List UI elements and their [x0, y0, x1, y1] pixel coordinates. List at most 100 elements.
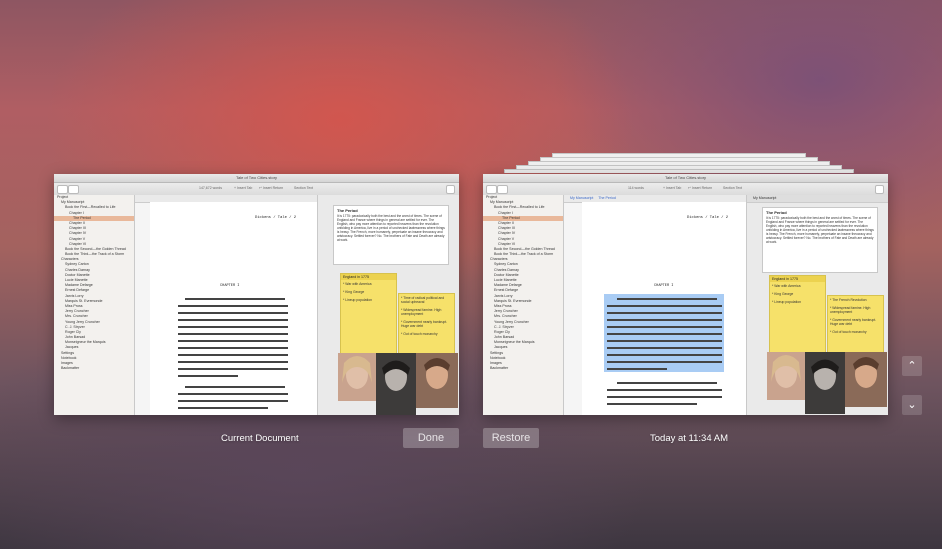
- character-photos: [338, 353, 458, 415]
- inspector-pane: My Manuscript The Period It is 1775: par…: [747, 195, 888, 415]
- text-line: [178, 368, 288, 370]
- binder-item: Backmatter: [490, 366, 509, 371]
- section-text-label: Section Text: [294, 186, 314, 190]
- text-line: [617, 298, 717, 300]
- version-stack-layer: [504, 169, 854, 173]
- binder-sidebar: Project My Manuscript Book the First—Recal…: [54, 195, 135, 415]
- note-item: * The French Revolution: [830, 298, 867, 302]
- word-count: 147,672 words: [199, 186, 222, 190]
- note-item: * Government nearly bankrupt. Huge war d…: [401, 320, 448, 328]
- text-line: [178, 361, 288, 363]
- text-line: [607, 361, 722, 363]
- synopsis-text: It is 1775: paradoxically both the best …: [766, 216, 874, 244]
- synopsis-card: The Period It is 1775: paradoxically bot…: [762, 207, 878, 273]
- editor-header-document: The Period: [598, 196, 616, 200]
- note-item: * Widespread famine. High unemployment: [401, 308, 442, 316]
- sidebar-toggle-button: [486, 185, 497, 194]
- sidebar-toggle-button: [57, 185, 68, 194]
- text-line: [178, 312, 288, 314]
- insert-tab-label: + Insert Tab: [234, 186, 253, 190]
- note-item: * Lineup population: [343, 298, 373, 302]
- insert-tab-label: + Insert Tab: [663, 186, 682, 190]
- note-item: * Out of touch monarchy: [830, 330, 867, 334]
- inspector-pane: The Period It is 1775: paradoxically bot…: [318, 195, 459, 415]
- text-line: [178, 340, 288, 342]
- insert-return-label: ↵ Insert Return: [259, 186, 284, 190]
- inspector-toggle-button: [446, 185, 455, 194]
- text-line: [178, 326, 288, 328]
- synopsis-text: It is 1775: paradoxically both the best …: [337, 214, 445, 242]
- title-bar: Tale of Two Cities.story: [483, 174, 888, 189]
- text-line: [178, 354, 288, 356]
- window-title: Tale of Two Cities.story: [235, 175, 278, 180]
- restore-button[interactable]: Restore: [483, 428, 539, 448]
- section-text-label: Section Text: [723, 186, 743, 190]
- text-line: [178, 333, 288, 335]
- window-title: Tale of Two Cities.story: [664, 175, 707, 180]
- title-bar: Tale of Two Cities.story: [54, 174, 459, 189]
- manuscript-page: Dickens / Tale / 2 CHAPTER I: [582, 202, 746, 415]
- chapter-title: CHAPTER I: [220, 284, 240, 288]
- binder-item: Backmatter: [61, 366, 80, 371]
- text-line: [607, 389, 722, 391]
- editor-pane: My Manuscript The Period Dickens / Tale …: [564, 195, 747, 415]
- text-line: [607, 312, 722, 314]
- text-line: [607, 340, 722, 342]
- note-item: * Time of radical political and social u…: [401, 296, 445, 304]
- sticky-note: England in 1775 * War with America * Kin…: [340, 273, 397, 355]
- synopsis-title: The Period: [766, 210, 787, 215]
- text-line: [185, 298, 285, 300]
- version-snapshot[interactable]: Tale of Two Cities.story 114 words + Ins…: [483, 174, 888, 415]
- note-item: * War with America: [343, 282, 372, 286]
- text-line: [178, 305, 288, 307]
- editor-header-manuscript: My Manuscript: [570, 196, 594, 200]
- word-count: 114 words: [628, 186, 644, 190]
- text-line: [178, 393, 288, 395]
- note-item: * Lineup population: [772, 300, 802, 304]
- synopsis-title: The Period: [337, 208, 358, 213]
- page-header-text: Dickens / Tale / 2: [255, 216, 297, 220]
- add-button: [68, 185, 79, 194]
- text-line: [617, 382, 717, 384]
- done-button[interactable]: Done: [403, 428, 459, 448]
- note-item: * Government nearly bankrupt. Huge war d…: [830, 318, 877, 326]
- text-line: [607, 319, 722, 321]
- current-document-label: Current Document: [221, 433, 299, 444]
- sticky-note: England in 1775 * War with America * Kin…: [769, 275, 826, 357]
- chevron-up-icon[interactable]: ⌃: [902, 356, 922, 376]
- insert-return-label: ↵ Insert Return: [688, 186, 713, 190]
- text-line: [607, 368, 667, 370]
- chapter-title: CHAPTER I: [654, 284, 674, 288]
- version-timestamp: Today at 11:34 AM: [650, 433, 728, 444]
- text-line: [607, 326, 722, 328]
- chevron-down-icon[interactable]: ⌄: [902, 395, 922, 415]
- synopsis-card: The Period It is 1775: paradoxically bot…: [333, 205, 449, 265]
- text-line: [607, 347, 722, 349]
- manuscript-page: Dickens / Tale / 2 CHAPTER I: [150, 202, 317, 415]
- sticky-note: * Time of radical political and social u…: [398, 293, 455, 355]
- text-line: [178, 400, 288, 402]
- text-line: [607, 354, 722, 356]
- current-document-snapshot[interactable]: Tale of Two Cities.story 147,672 words +…: [54, 174, 459, 415]
- note-item: * King George: [343, 290, 365, 294]
- text-line: [178, 407, 268, 409]
- add-button: [497, 185, 508, 194]
- sticky-note: * The French Revolution * Widespread fam…: [827, 295, 884, 357]
- editor-pane: Dickens / Tale / 2 CHAPTER I: [135, 195, 318, 415]
- text-line: [607, 333, 722, 335]
- page-header-text: Dickens / Tale / 2: [687, 216, 729, 220]
- inspector-header: My Manuscript: [747, 195, 888, 203]
- note-item: * War with America: [772, 284, 801, 288]
- text-line: [185, 386, 285, 388]
- inspector-header-manuscript: My Manuscript: [753, 196, 777, 200]
- text-line: [607, 305, 722, 307]
- text-line: [178, 375, 238, 377]
- text-line: [178, 319, 288, 321]
- note-item: * Widespread famine. High unemployment: [830, 306, 871, 314]
- character-photos: [767, 352, 887, 414]
- text-line: [178, 347, 288, 349]
- note-item: * Out of touch monarchy: [401, 332, 438, 336]
- inspector-toggle-button: [875, 185, 884, 194]
- note-item: * King George: [772, 292, 794, 296]
- text-line: [607, 403, 697, 405]
